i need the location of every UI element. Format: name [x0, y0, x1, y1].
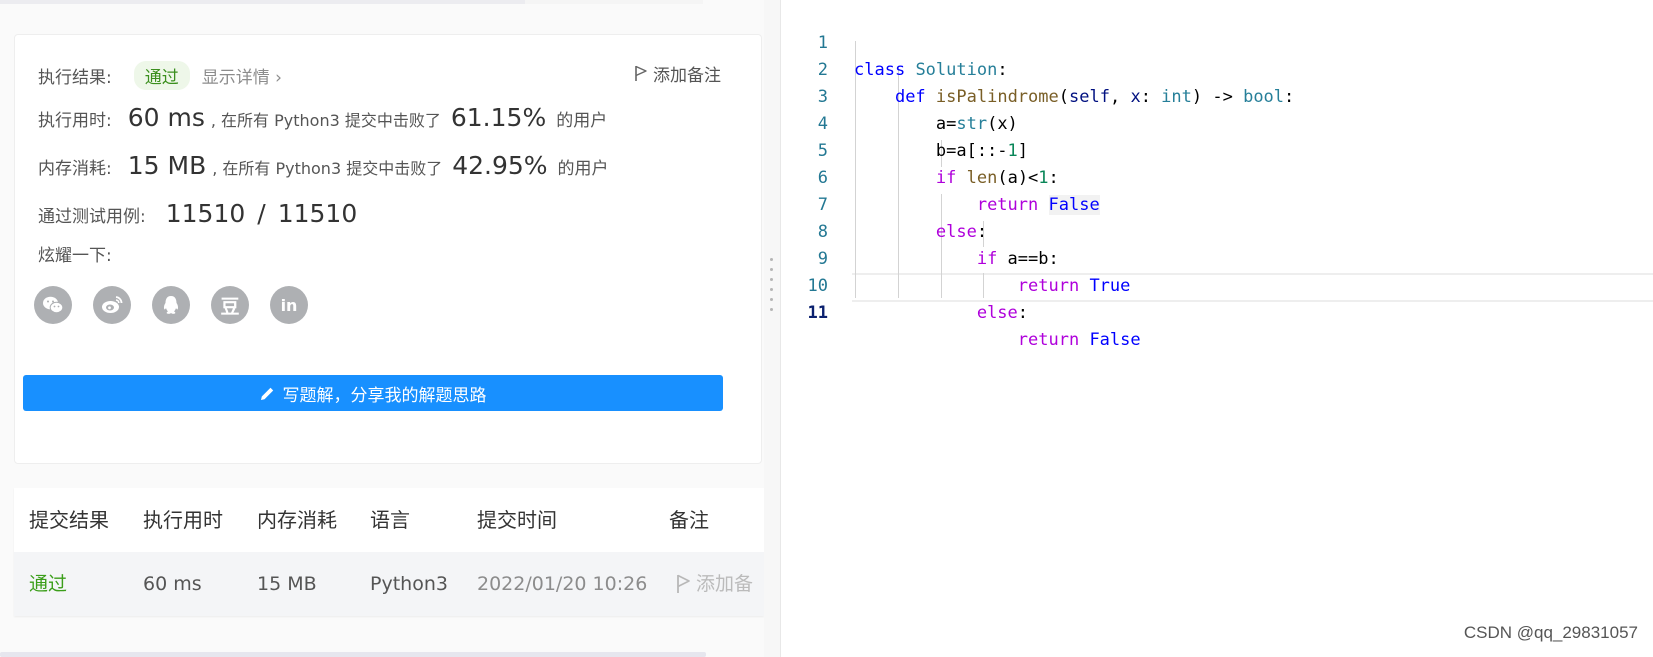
show-details-link[interactable]: 显示详情 ›	[202, 63, 282, 88]
code-line-10: 10 else:	[781, 246, 1653, 323]
code-editor[interactable]: 1 class Solution: 2 def isPalindrome(sel…	[781, 0, 1653, 657]
result-label: 执行结果:	[38, 68, 112, 88]
tests-row: 通过测试用例: 11510 / 11510	[38, 199, 357, 228]
submission-panel: 执行结果: 通过 显示详情 › 添加备注 执行用时: 60 ms , 在所有 P…	[0, 0, 764, 657]
row-runtime: 60 ms	[143, 573, 202, 595]
memory-percent: 42.95%	[452, 151, 548, 180]
header-note: 备注	[669, 508, 709, 532]
header-runtime: 执行用时	[143, 508, 223, 532]
runtime-suffix: 的用户	[556, 111, 608, 131]
header-time: 提交时间	[477, 508, 557, 532]
memory-value: 15 MB	[127, 151, 207, 180]
line-number: 11	[807, 303, 828, 323]
watermark: CSDN @qq_29831057	[1463, 623, 1638, 642]
flag-icon	[635, 65, 647, 81]
code-line-7: 7 else:	[781, 165, 1653, 242]
tests-label: 通过测试用例:	[38, 207, 146, 227]
runtime-row: 执行用时: 60 ms , 在所有 Python3 提交中击败了 61.15% …	[38, 103, 607, 132]
tests-total: 11510	[277, 199, 358, 228]
pencil-icon	[260, 387, 273, 400]
memory-label: 内存消耗:	[38, 159, 112, 179]
panel-resizer[interactable]	[764, 0, 780, 657]
status-badge: 通过	[133, 61, 190, 90]
share-row: 炫耀一下:	[38, 241, 112, 266]
code-line-8: 8 if a==b:	[781, 192, 1653, 269]
table-header-row: 提交结果 执行用时 内存消耗 语言 提交时间 备注	[14, 488, 764, 552]
code-text: else:	[976, 303, 1029, 323]
flag-icon	[677, 574, 690, 593]
header-language: 语言	[370, 508, 410, 532]
result-row: 执行结果: 通过 显示详情 ›	[38, 61, 282, 90]
row-language: Python3	[370, 573, 448, 595]
douban-glyph: 豆	[220, 295, 240, 318]
linkedin-icon[interactable]: in	[270, 286, 308, 324]
code-text: return False	[1017, 330, 1141, 350]
top-scrollbar[interactable]	[0, 0, 525, 4]
bottom-scrollbar[interactable]	[0, 652, 706, 657]
linkedin-glyph: in	[280, 295, 298, 315]
code-line-5: 5 if len(a)<1:	[781, 111, 1653, 188]
runtime-label: 执行用时:	[38, 111, 112, 131]
code-line-6: 6 return False	[781, 138, 1653, 215]
submissions-table: 提交结果 执行用时 内存消耗 语言 提交时间 备注 通过 60 ms 15 MB…	[14, 488, 764, 616]
memory-row: 内存消耗: 15 MB , 在所有 Python3 提交中击败了 42.95% …	[38, 151, 609, 180]
wechat-icon[interactable]	[34, 286, 72, 324]
qq-icon[interactable]	[152, 286, 190, 324]
code-line-9: 9 return True	[781, 219, 1653, 296]
tests-separator: /	[257, 199, 266, 228]
row-memory: 15 MB	[257, 573, 317, 595]
code-line-3: 3 a=str(x)	[781, 57, 1653, 134]
header-memory: 内存消耗	[257, 508, 337, 532]
tests-passed: 11510	[165, 199, 246, 228]
row-note-label: 添加备	[696, 573, 754, 595]
write-solution-button[interactable]: 写题解，分享我的解题思路	[23, 375, 723, 411]
top-scrollbar-track	[525, 0, 703, 4]
row-add-note-button[interactable]: 添加备	[676, 552, 753, 616]
resize-handle-icon	[770, 258, 773, 318]
memory-suffix: 的用户	[557, 159, 609, 179]
share-label: 炫耀一下:	[38, 246, 112, 266]
row-time: 2022/01/20 10:26	[477, 573, 648, 595]
code-line-2: 2 def isPalindrome(self, x: int) -> bool…	[781, 30, 1653, 107]
runtime-percent: 61.15%	[450, 103, 547, 132]
code-line-1: 1 class Solution:	[781, 3, 1653, 80]
code-line-4: 4 b=a[::-1]	[781, 84, 1653, 161]
runtime-text: , 在所有 Python3 提交中击败了	[210, 111, 441, 130]
add-note-button[interactable]: 添加备注	[634, 61, 721, 86]
row-status[interactable]: 通过	[29, 552, 67, 616]
memory-text: , 在所有 Python3 提交中击败了	[212, 159, 443, 178]
code-line-11: 11 return False	[781, 273, 1653, 350]
table-row[interactable]: 通过 60 ms 15 MB Python3 2022/01/20 10:26 …	[14, 552, 764, 616]
write-solution-label: 写题解，分享我的解题思路	[282, 385, 487, 406]
add-note-label: 添加备注	[653, 66, 721, 86]
weibo-icon[interactable]	[93, 286, 131, 324]
runtime-value: 60 ms	[127, 103, 205, 132]
douban-icon[interactable]: 豆	[211, 286, 249, 324]
header-status: 提交结果	[29, 508, 109, 532]
share-icons: 豆 in	[34, 286, 308, 324]
